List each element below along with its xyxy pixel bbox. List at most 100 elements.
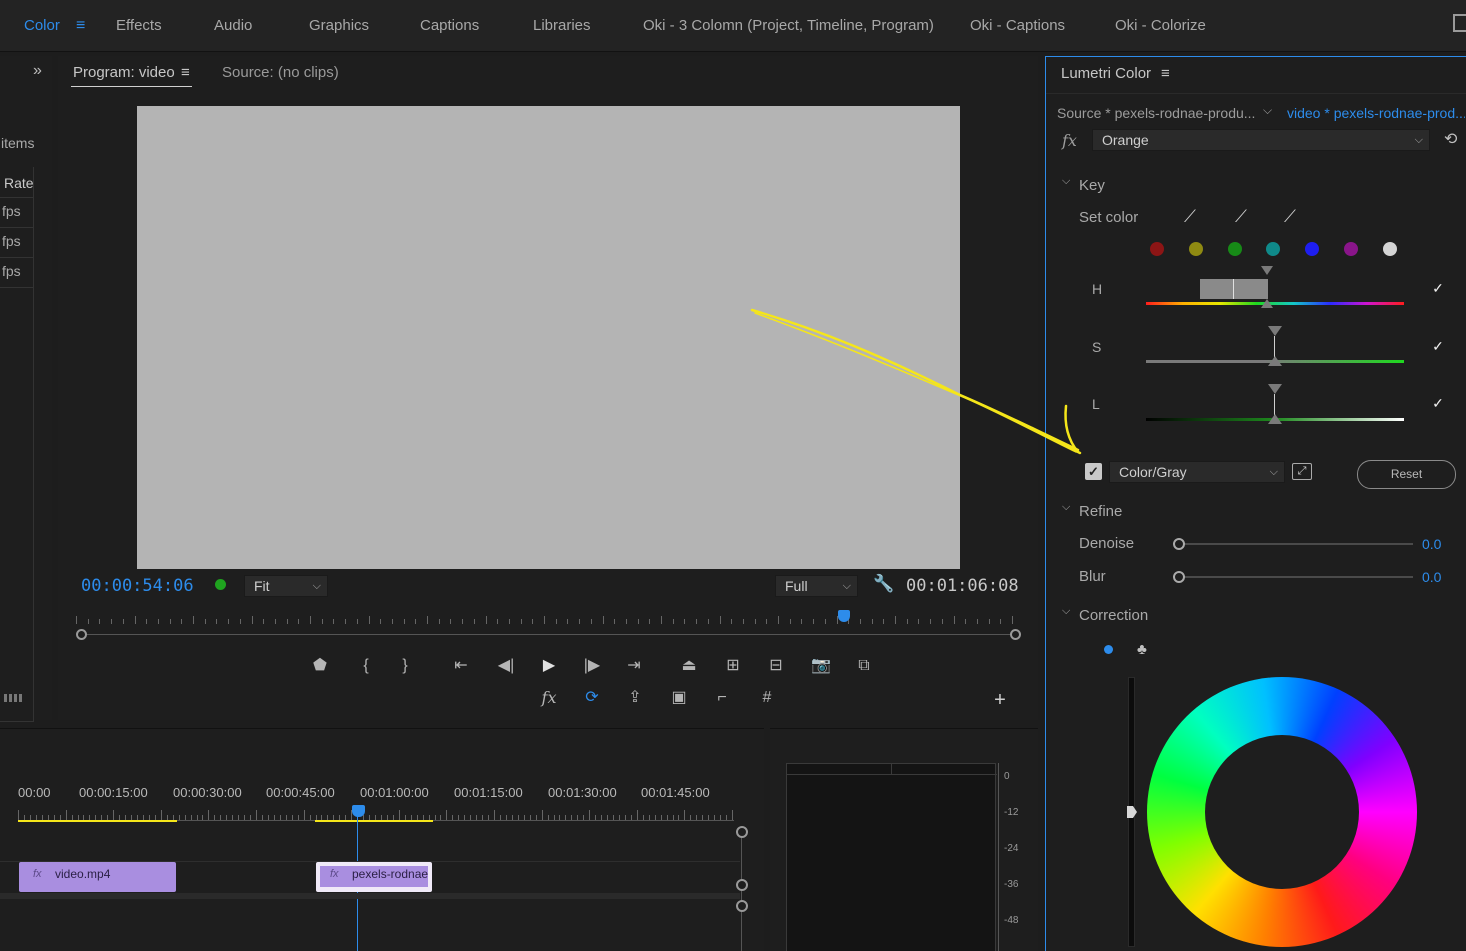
luma-top-handle[interactable] [1268, 384, 1282, 394]
reset-effect-icon[interactable]: ⟲ [1444, 129, 1457, 149]
hue-top-handle[interactable] [1261, 266, 1273, 275]
workspace-tab-audio[interactable]: Audio [214, 17, 252, 34]
tab-program[interactable]: Program: video [73, 64, 175, 81]
single-wheel-mode-icon[interactable] [1104, 645, 1113, 654]
scroll-handle[interactable] [736, 826, 748, 838]
extract-icon[interactable]: ⊞ [722, 656, 744, 676]
eyedropper-icon[interactable]: ⟋ [1184, 207, 1196, 227]
luminance-slider-handle[interactable] [1127, 806, 1137, 818]
invert-mask-icon[interactable]: ⤢ [1292, 463, 1312, 480]
refine-section-header[interactable]: Refine [1079, 503, 1122, 520]
three-wheel-mode-icon[interactable]: ♣ [1137, 641, 1147, 658]
eyedropper-subtract-icon[interactable]: ⟋ [1284, 207, 1296, 227]
multicam-icon[interactable]: ⌐ [711, 688, 733, 708]
lumetri-title[interactable]: Lumetri Color [1061, 65, 1151, 82]
source-clip-label[interactable]: Source * pexels-rodnae-produ... [1057, 105, 1255, 121]
timeline-clip[interactable]: fx video.mp4 [19, 862, 176, 892]
overwrite-icon[interactable]: ⇪ [624, 688, 646, 708]
color-swatch[interactable] [1150, 242, 1164, 256]
add-marker-icon[interactable]: ⬟ [310, 656, 330, 676]
global-fx-mute-icon[interactable]: fx [538, 688, 560, 708]
mark-in-icon[interactable]: { [356, 656, 376, 676]
list-view-icon[interactable] [4, 694, 24, 702]
denoise-slider-handle[interactable] [1173, 538, 1185, 550]
luma-enable-check[interactable]: ✓ [1430, 395, 1446, 411]
mask-mode-select[interactable]: Color/Gray ⌵ [1109, 461, 1285, 483]
zoom-scrollbar[interactable] [80, 634, 1016, 635]
tab-source[interactable]: Source: (no clips) [222, 64, 339, 81]
key-section-header[interactable]: Key [1079, 177, 1105, 194]
expand-panels-icon[interactable]: » [33, 62, 42, 80]
color-swatch[interactable] [1266, 242, 1281, 256]
timeline-playhead-head[interactable] [352, 805, 365, 817]
color-swatch[interactable] [1188, 242, 1203, 256]
hue-range-box[interactable] [1200, 279, 1268, 299]
go-to-in-icon[interactable]: ⇤ [450, 656, 472, 676]
luma-bottom-handle[interactable] [1268, 414, 1282, 424]
loop-icon[interactable]: ⟳ [581, 688, 603, 708]
scroll-handle[interactable] [736, 900, 748, 912]
color-swatch[interactable] [1305, 242, 1320, 256]
color-swatch[interactable] [1344, 242, 1358, 256]
go-to-out-icon[interactable]: ⇥ [623, 656, 645, 676]
lift-icon[interactable]: ⏏ [678, 656, 700, 676]
saturation-enable-check[interactable]: ✓ [1430, 338, 1446, 354]
blur-slider[interactable] [1179, 576, 1413, 578]
workspace-tab-oki-colorize[interactable]: Oki - Colorize [1115, 17, 1206, 34]
workspace-tab-oki-3-column[interactable]: Oki - 3 Colomn (Project, Timeline, Progr… [643, 17, 934, 34]
play-icon[interactable]: ▶ [538, 656, 560, 676]
playhead-marker[interactable] [838, 610, 850, 622]
panel-menu-icon[interactable]: ≡ [1161, 65, 1170, 82]
chevron-down-icon[interactable]: ⌵ [1062, 175, 1070, 188]
reset-button[interactable]: Reset [1357, 460, 1456, 489]
chevron-down-icon[interactable]: ⌵ [1062, 501, 1070, 514]
chevron-down-icon[interactable]: ⌵ [1062, 605, 1070, 618]
insert-icon[interactable]: ⊟ [765, 656, 787, 676]
timeline-clip-selected[interactable]: fx pexels-rodnae [316, 862, 432, 892]
scroll-handle[interactable] [736, 879, 748, 891]
workspace-tab-color[interactable]: Color [24, 17, 60, 34]
effect-preset-select[interactable]: Orange ⌵ [1092, 129, 1430, 151]
mark-out-icon[interactable]: } [395, 656, 415, 676]
workspace-tab-oki-captions[interactable]: Oki - Captions [970, 17, 1065, 34]
add-button-icon[interactable]: + [989, 690, 1011, 710]
monitor-time-ruler[interactable] [76, 616, 1016, 628]
workspace-menu-icon[interactable]: ≡ [76, 17, 85, 35]
panel-menu-icon[interactable]: ≡ [181, 64, 190, 81]
color-wheel[interactable] [1147, 677, 1417, 947]
denoise-slider[interactable] [1179, 543, 1413, 545]
workspace-tab-graphics[interactable]: Graphics [309, 17, 369, 34]
grid-icon[interactable]: # [756, 688, 778, 708]
scroll-handle-left[interactable] [76, 629, 87, 640]
eyedropper-add-icon[interactable]: ⟋ [1235, 207, 1247, 227]
hue-enable-check[interactable]: ✓ [1430, 280, 1446, 296]
workspace-tab-libraries[interactable]: Libraries [533, 17, 591, 34]
workspace-tab-captions[interactable]: Captions [420, 17, 479, 34]
saturation-top-handle[interactable] [1268, 326, 1282, 336]
share-icon[interactable] [1453, 14, 1466, 32]
workspace-tab-effects[interactable]: Effects [116, 17, 162, 34]
step-back-icon[interactable]: ◀| [495, 656, 517, 676]
correction-section-header[interactable]: Correction [1079, 607, 1148, 624]
scroll-handle-right[interactable] [1010, 629, 1021, 640]
current-timecode[interactable]: 00:00:54:06 [81, 576, 194, 596]
comparison-view-icon[interactable]: ⧉ [853, 656, 875, 676]
zoom-select[interactable]: Fit ⌵ [244, 575, 328, 597]
resolution-select[interactable]: Full ⌵ [775, 575, 858, 597]
hue-bottom-handle[interactable] [1261, 299, 1273, 308]
denoise-value[interactable]: 0.0 [1422, 536, 1441, 552]
blur-value[interactable]: 0.0 [1422, 569, 1441, 585]
color-swatch[interactable] [1227, 242, 1242, 256]
chevron-down-icon[interactable]: ⌵ [1263, 103, 1272, 118]
show-mask-checkbox[interactable]: ✓ [1085, 463, 1102, 480]
video-frame[interactable] [137, 106, 960, 569]
export-frame-icon[interactable]: 📷 [810, 656, 832, 676]
saturation-bottom-handle[interactable] [1268, 356, 1282, 366]
step-forward-icon[interactable]: |▶ [581, 656, 603, 676]
rate-column-header[interactable]: Rate [4, 175, 34, 191]
color-swatch[interactable] [1382, 242, 1397, 256]
safe-margins-icon[interactable]: ▣ [668, 688, 690, 708]
sequence-clip-label[interactable]: video * pexels-rodnae-prod... [1287, 105, 1465, 121]
blur-slider-handle[interactable] [1173, 571, 1185, 583]
wrench-icon[interactable]: 🔧 [873, 574, 894, 594]
